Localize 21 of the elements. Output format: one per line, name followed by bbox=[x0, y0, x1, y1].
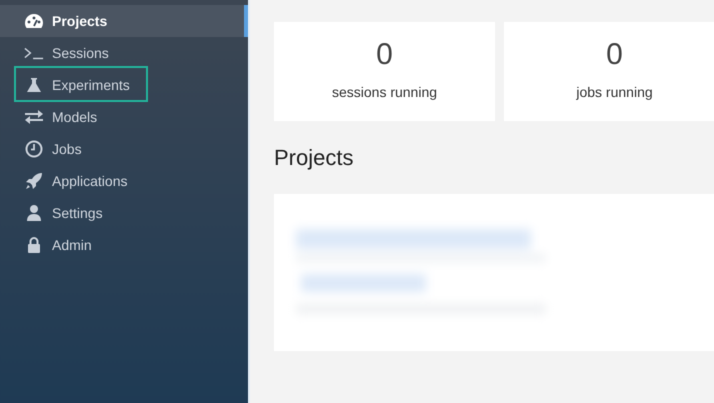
stat-label: jobs running bbox=[576, 84, 653, 100]
sidebar-item[interactable]: Admin bbox=[0, 229, 248, 261]
user-icon bbox=[26, 204, 42, 222]
stat-label: sessions running bbox=[332, 84, 438, 100]
sidebar-item[interactable]: Jobs bbox=[0, 133, 248, 165]
dashboard-icon bbox=[24, 13, 44, 29]
terminal-icon bbox=[24, 46, 44, 60]
sidebar-item[interactable]: Projects bbox=[0, 5, 248, 37]
rocket-icon bbox=[25, 172, 43, 190]
sidebar-item[interactable]: Applications bbox=[0, 165, 248, 197]
stat-count: 0 bbox=[606, 38, 623, 72]
clock-icon bbox=[25, 140, 43, 158]
sidebar-item[interactable]: Experiments bbox=[0, 69, 248, 101]
swap-arrows-icon bbox=[24, 109, 44, 125]
lock-icon bbox=[27, 236, 41, 254]
sidebar-item[interactable]: Models bbox=[0, 101, 248, 133]
sidebar-item[interactable]: Settings bbox=[0, 197, 248, 229]
sidebar-item[interactable]: Sessions bbox=[0, 37, 248, 69]
stat-count: 0 bbox=[376, 38, 393, 72]
section-title: Projects bbox=[274, 145, 354, 171]
flask-icon bbox=[26, 77, 42, 93]
